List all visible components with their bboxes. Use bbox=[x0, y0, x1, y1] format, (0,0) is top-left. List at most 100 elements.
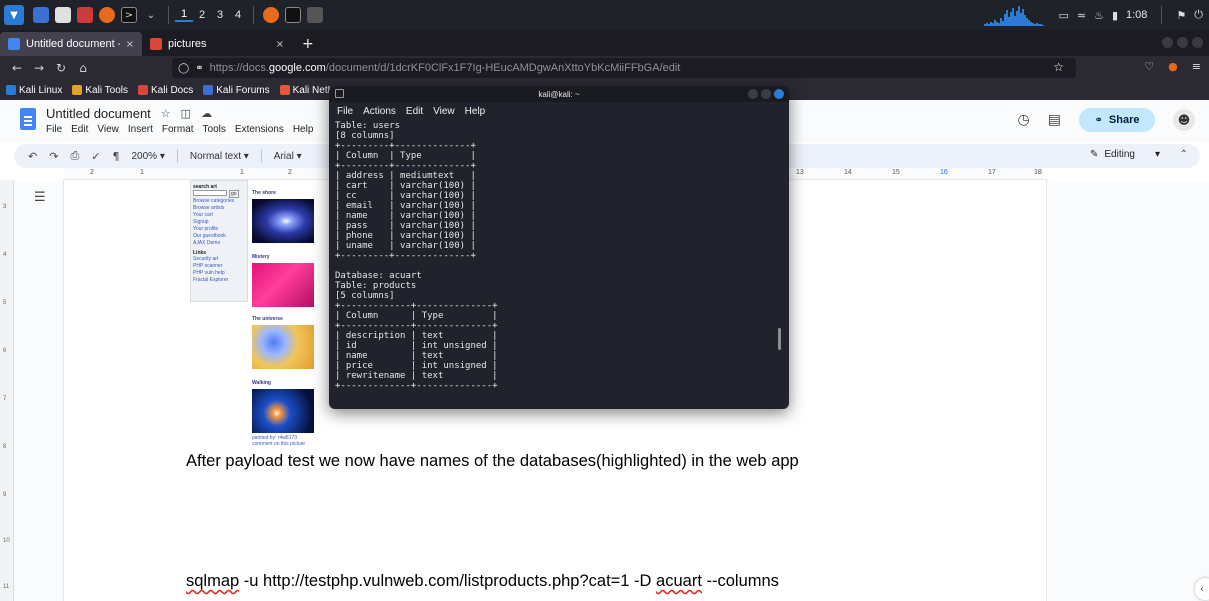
terminal-window-icon[interactable] bbox=[285, 7, 301, 23]
spelling-error: acuart bbox=[656, 572, 702, 590]
workspace-2[interactable]: 2 bbox=[193, 9, 211, 21]
terminal-menu-actions[interactable]: Actions bbox=[363, 106, 396, 117]
back-icon[interactable]: ← bbox=[6, 61, 28, 75]
minimize-button[interactable] bbox=[748, 89, 758, 99]
menu-file[interactable]: File bbox=[46, 124, 62, 135]
bell-icon[interactable]: ♨ bbox=[1094, 9, 1104, 22]
folder-icon[interactable] bbox=[55, 7, 71, 23]
print-icon[interactable]: ⎙ bbox=[70, 149, 79, 163]
menu-insert[interactable]: Insert bbox=[128, 124, 153, 135]
menu-tools[interactable]: Tools bbox=[203, 124, 226, 135]
bookmark-kali-docs[interactable]: Kali Docs bbox=[137, 85, 193, 96]
docs-logo-icon[interactable] bbox=[20, 108, 36, 130]
home-icon[interactable]: ⌂ bbox=[72, 61, 94, 75]
menu-edit[interactable]: Edit bbox=[71, 124, 88, 135]
maximize-button[interactable] bbox=[1177, 37, 1188, 48]
firefox-window-icon[interactable] bbox=[263, 7, 279, 23]
top-panel: ▼ > ⌄ 1 2 3 4 ▭ ≈ ♨ ▮ 1:08 ⚑ ⏻ bbox=[0, 0, 1209, 30]
bookmark-label: Kali Linux bbox=[19, 84, 63, 96]
star-icon[interactable]: ☆ bbox=[161, 107, 171, 120]
terminal-titlebar[interactable]: kali@kali: ~ bbox=[329, 86, 789, 102]
menu-icon[interactable]: ≡ bbox=[1192, 60, 1201, 73]
workspace-1[interactable]: 1 bbox=[175, 8, 193, 22]
bookmark-kali-forums[interactable]: Kali Forums bbox=[203, 85, 270, 96]
lock-icon[interactable]: ⚑ bbox=[1176, 9, 1186, 22]
minimize-button[interactable] bbox=[1162, 37, 1173, 48]
editing-mode-button[interactable]: ✎ Editing ▾ bbox=[1090, 149, 1160, 160]
paint-format-icon[interactable]: ¶ bbox=[112, 150, 119, 163]
terminal-menu-file[interactable]: File bbox=[337, 106, 353, 117]
terminal-scrollbar[interactable] bbox=[778, 328, 781, 350]
redo-icon[interactable]: ↷ bbox=[49, 150, 58, 163]
star-icon[interactable]: ☆ bbox=[1053, 60, 1064, 74]
extension-icon[interactable]: ● bbox=[1168, 60, 1178, 73]
terminal-menu-view[interactable]: View bbox=[433, 106, 455, 117]
workspace-4[interactable]: 4 bbox=[229, 9, 247, 21]
font-select[interactable]: Arial ▾ bbox=[274, 151, 302, 162]
terminal-menu-help[interactable]: Help bbox=[465, 106, 486, 117]
body-paragraph-1[interactable]: After payload test we now have names of … bbox=[186, 452, 799, 471]
power-icon[interactable]: ⏻ bbox=[1194, 8, 1203, 22]
fractal-image bbox=[252, 199, 314, 243]
forward-icon[interactable]: → bbox=[28, 61, 50, 75]
menu-help[interactable]: Help bbox=[293, 124, 314, 135]
chevron-down-icon[interactable]: ⌄ bbox=[143, 7, 159, 23]
terminal-output[interactable]: Table: users [8 columns] +---------+----… bbox=[335, 121, 775, 391]
new-tab-button[interactable]: + bbox=[292, 36, 324, 56]
terminal-icon[interactable]: > bbox=[121, 7, 137, 23]
pocket-icon[interactable]: ♡ bbox=[1144, 60, 1154, 73]
zoom-select[interactable]: 200% ▾ bbox=[131, 151, 164, 162]
style-select[interactable]: Normal text ▾ bbox=[190, 151, 249, 162]
terminal-window[interactable]: kali@kali: ~ File Actions Edit View Help… bbox=[329, 86, 789, 409]
network-icon[interactable]: ≈ bbox=[1077, 9, 1086, 22]
avatar[interactable]: ☻ bbox=[1173, 109, 1195, 131]
cpu-bar bbox=[1042, 25, 1045, 26]
side-panel-toggle-icon[interactable]: ‹ bbox=[1195, 578, 1209, 600]
clock[interactable]: 1:08 bbox=[1126, 9, 1147, 21]
close-window-button[interactable] bbox=[1192, 37, 1203, 48]
kali-dragon-icon[interactable]: ▼ bbox=[4, 5, 24, 25]
menu-extensions[interactable]: Extensions bbox=[235, 124, 284, 135]
outline-icon[interactable]: ☰ bbox=[34, 190, 46, 205]
terminal-menu-edit[interactable]: Edit bbox=[406, 106, 423, 117]
workspace-3[interactable]: 3 bbox=[211, 9, 229, 21]
menu-format[interactable]: Format bbox=[162, 124, 194, 135]
file-icon[interactable] bbox=[77, 7, 93, 23]
maximize-button[interactable] bbox=[761, 89, 771, 99]
battery-icon[interactable]: ▮ bbox=[1112, 9, 1118, 22]
desktop-icon[interactable] bbox=[33, 7, 49, 23]
panel-tray: ▭ ≈ ♨ ▮ 1:08 ⚑ ⏻ bbox=[954, 0, 1209, 30]
share-button[interactable]: ⚭ Share bbox=[1079, 108, 1155, 132]
ruler-number: 2 bbox=[288, 169, 292, 176]
spellcheck-icon[interactable]: ✓ bbox=[91, 150, 100, 163]
bookmark-kali-linux[interactable]: Kali Linux bbox=[6, 85, 62, 96]
url-prefix: https://docs. bbox=[209, 62, 269, 74]
shield-icon[interactable]: ◯ bbox=[178, 63, 189, 74]
firefox-icon[interactable] bbox=[99, 7, 115, 23]
tab-docs[interactable]: Untitled document - Goo × bbox=[0, 32, 142, 56]
comment-icon[interactable]: ▤ bbox=[1048, 112, 1061, 128]
close-icon[interactable]: × bbox=[276, 39, 284, 50]
url-bar[interactable]: ◯ ⚭ https://docs.google.com/document/d/1… bbox=[172, 58, 1076, 78]
window-icon[interactable] bbox=[307, 7, 323, 23]
menu-view[interactable]: View bbox=[97, 124, 119, 135]
bookmark-kali-tools[interactable]: Kali Tools bbox=[72, 85, 128, 96]
doc-title[interactable]: Untitled document bbox=[46, 106, 151, 121]
tab-pictures[interactable]: pictures × bbox=[142, 32, 292, 56]
toolbar-separator bbox=[176, 149, 178, 163]
close-button[interactable] bbox=[774, 89, 784, 99]
vertical-ruler[interactable]: 3 4 5 6 7 8 9 10 11 bbox=[0, 180, 14, 601]
lock-icon[interactable]: ⚭ bbox=[195, 63, 203, 74]
embedded-item: Mistery bbox=[252, 254, 314, 307]
undo-icon[interactable]: ↶ bbox=[28, 150, 37, 163]
collapse-menu-icon[interactable]: ⌃ bbox=[1180, 149, 1188, 160]
docs-menu-bar: File Edit View Insert Format Tools Exten… bbox=[46, 124, 313, 135]
window-icon[interactable]: ▭ bbox=[1058, 9, 1068, 22]
move-folder-icon[interactable]: ◫ bbox=[181, 107, 191, 120]
cloud-icon[interactable]: ☁ bbox=[201, 107, 212, 120]
embedded-comment-link: comment on this picture bbox=[252, 441, 306, 447]
close-icon[interactable]: × bbox=[126, 39, 134, 50]
reload-icon[interactable]: ↻ bbox=[50, 61, 72, 75]
history-icon[interactable]: ◷ bbox=[1018, 112, 1030, 128]
body-paragraph-2[interactable]: sqlmap -u http://testphp.vulnweb.com/lis… bbox=[186, 572, 779, 591]
